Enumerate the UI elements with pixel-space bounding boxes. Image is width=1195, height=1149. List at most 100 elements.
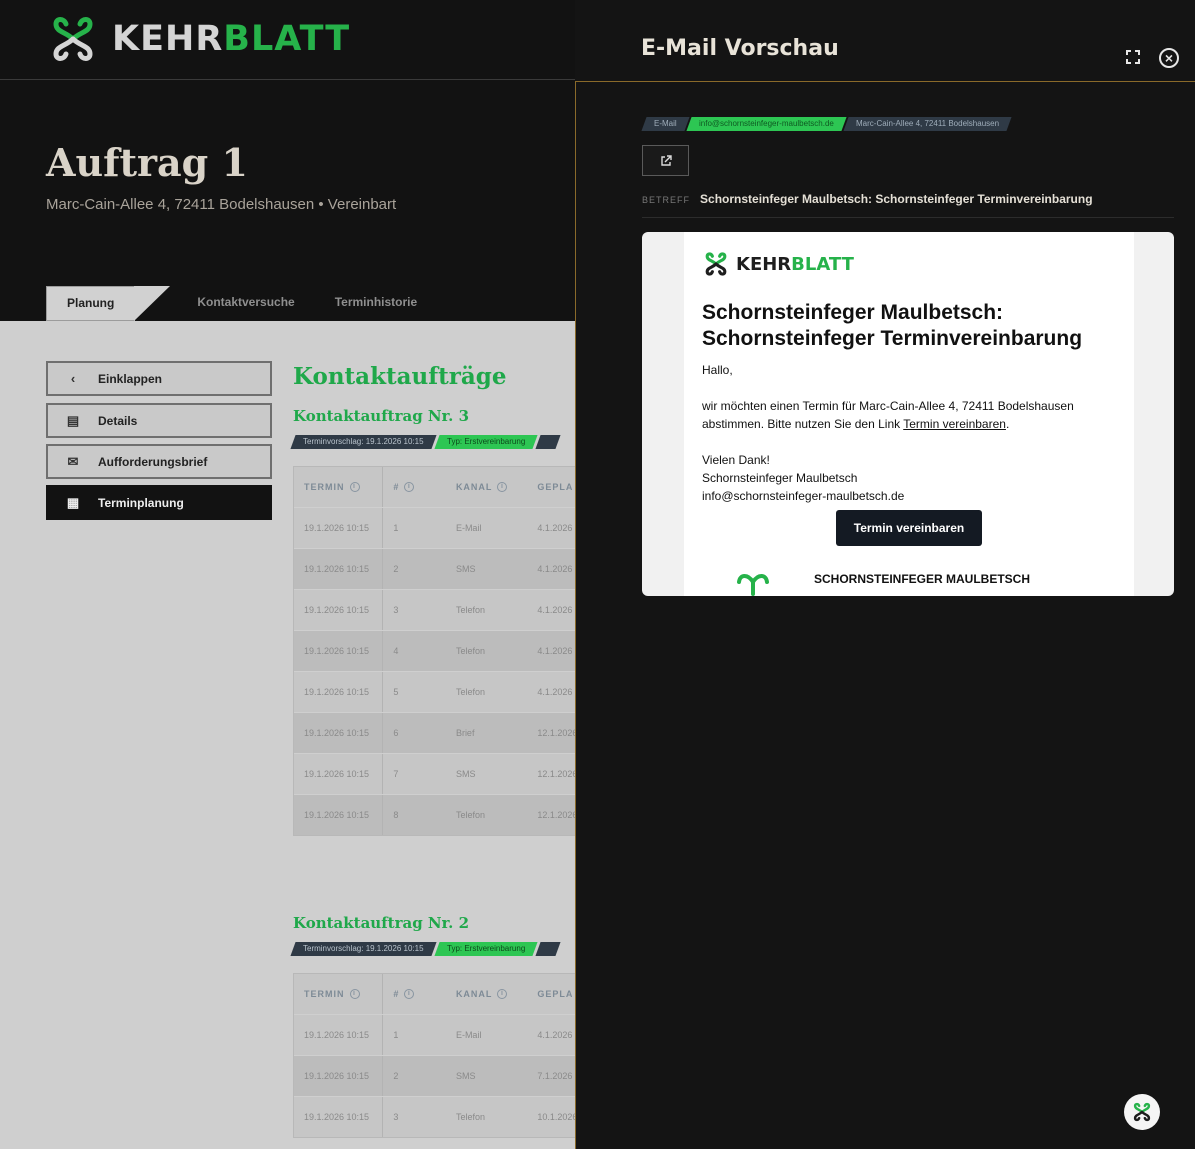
email-logo: KEHRBLATT [702, 250, 854, 278]
table-cell: 4.1.2026 [537, 605, 573, 615]
open-external-button[interactable] [642, 145, 689, 176]
col-number: # i [383, 974, 446, 1014]
extra-tag [535, 435, 561, 449]
order-subtitle: Marc-Cain-Allee 4, 72411 Bodelshausen • … [46, 196, 397, 213]
app-page: KEHRBLATT Auftrag 1 Marc-Cain-Allee 4, 7… [0, 0, 1195, 1149]
proposal-tag: Terminvorschlag: 19.1.2026 10:15 [290, 435, 437, 449]
order-header: Auftrag 1 Marc-Cain-Allee 4, 72411 Bodel… [0, 80, 575, 321]
tab-terminhistorie[interactable]: Terminhistorie [315, 286, 437, 321]
table-cell: 19.1.2026 10:15 [294, 713, 384, 753]
table-cell: SMS [455, 769, 476, 779]
contact-table: TERMIN i # i KANAL i GEPLA 19.1.2026 10:15 1… [293, 973, 575, 1138]
table-row[interactable]: 19.1.2026 10:15 3 Telefon 10.1.2026 [294, 1096, 575, 1137]
table-row[interactable]: 19.1.2026 10:15 4 Telefon 4.1.2026 [294, 630, 575, 671]
table-cell: 4.1.2026 [537, 523, 573, 533]
email-footer-company: SCHORNSTEINFEGER MAULBETSCH [814, 572, 1031, 586]
contact-order-title: Kontaktauftrag Nr. 2 [293, 914, 470, 932]
assistant-button[interactable] [1124, 1094, 1160, 1130]
table-row[interactable]: 19.1.2026 10:15 5 Telefon 4.1.2026 [294, 671, 575, 712]
recipient-tags: E-Mail info@schornsteinfeger-maulbetsch.… [641, 117, 1012, 131]
table-cell: 19.1.2026 10:15 [294, 1056, 384, 1096]
letter-button[interactable]: ✉ Aufforderungsbrief [46, 444, 272, 479]
table-row[interactable]: 19.1.2026 10:15 3 Telefon 4.1.2026 [294, 589, 575, 630]
details-button[interactable]: ▤ Details [46, 403, 272, 438]
table-cell: 19.1.2026 10:15 [294, 590, 384, 630]
email-thanks: Vielen Dank! [702, 453, 770, 467]
table-row[interactable]: 19.1.2026 10:15 1 E-Mail 4.1.2026 [294, 1014, 575, 1055]
table-cell: 19.1.2026 10:15 [294, 795, 384, 835]
table-cell: 4.1.2026 [537, 646, 573, 656]
main-content: ‹ Einklappen ▤ Details ✉ Aufforderungsbr… [0, 321, 575, 1149]
table-cell: 8 [393, 810, 399, 820]
table-cell: 4.1.2026 [537, 564, 573, 574]
table-cell: 19.1.2026 10:15 [294, 754, 384, 794]
contact-order-title: Kontaktauftrag Nr. 3 [293, 407, 470, 425]
info-icon[interactable]: i [349, 989, 360, 999]
table-header: TERMIN i # i KANAL i GEPLA [294, 467, 575, 507]
address-tag: Marc-Cain-Allee 4, 72411 Bodelshausen [842, 117, 1012, 131]
table-cell: 10.1.2026 [537, 1112, 575, 1122]
table-cell: Telefon [455, 646, 485, 656]
table-cell: 2 [393, 1071, 399, 1081]
table-row[interactable]: 19.1.2026 10:15 8 Telefon 12.1.2026 [294, 794, 575, 835]
table-cell: 2 [393, 564, 399, 574]
email-preview-frame[interactable]: KEHRBLATT Schornsteinfeger Maulbetsch: S… [642, 232, 1174, 596]
section-heading: Kontaktaufträge [293, 363, 507, 390]
collapse-button[interactable]: ‹ Einklappen [46, 361, 272, 396]
info-icon[interactable]: i [349, 482, 360, 492]
table-cell: 19.1.2026 10:15 [294, 631, 384, 671]
clover-logo-icon [53, 17, 93, 61]
table-cell: E-Mail [455, 523, 482, 533]
mail-icon: ✉ [67, 453, 79, 469]
table-cell: E-Mail [455, 1030, 482, 1040]
table-cell: SMS [455, 564, 476, 574]
info-icon[interactable]: i [404, 482, 415, 492]
scheduling-label: Terminplanung [98, 495, 184, 510]
table-header: TERMIN i # i KANAL i GEPLA [294, 974, 575, 1014]
close-icon[interactable]: × [1159, 48, 1179, 68]
table-body: 19.1.2026 10:15 1 E-Mail 4.1.2026 19.1.2026 … [294, 507, 575, 835]
details-label: Details [98, 413, 138, 428]
tab-planung[interactable]: Planung [46, 286, 171, 321]
table-cell: 5 [393, 687, 399, 697]
table-cell: Telefon [455, 605, 485, 615]
table-row[interactable]: 19.1.2026 10:15 1 E-Mail 4.1.2026 [294, 507, 575, 548]
type-tag: Typ: Erstvereinbarung [433, 435, 538, 449]
type-tag: Typ: Erstvereinbarung [433, 942, 538, 956]
table-cell: Telefon [455, 1112, 485, 1122]
table-cell: 3 [393, 1112, 399, 1122]
schedule-link[interactable]: Termin vereinbaren [903, 417, 1006, 431]
table-row[interactable]: 19.1.2026 10:15 7 SMS 12.1.2026 [294, 753, 575, 794]
table-row[interactable]: 19.1.2026 10:15 2 SMS 4.1.2026 [294, 548, 575, 589]
tab-kontaktversuche[interactable]: Kontaktversuche [177, 286, 314, 321]
scheduling-button[interactable]: ▦ Terminplanung [46, 485, 272, 520]
info-icon[interactable]: i [497, 482, 508, 492]
table-row[interactable]: 19.1.2026 10:15 6 Brief 12.1.2026 [294, 712, 575, 753]
email-logo-wordmark: KEHRBLATT [736, 253, 854, 275]
letter-label: Aufforderungsbrief [98, 454, 208, 469]
tab-bar: Planung Kontaktversuche Terminhistorie [46, 286, 437, 321]
table-cell: 19.1.2026 10:15 [294, 672, 384, 712]
table-cell: 4 [393, 646, 399, 656]
table-cell: 19.1.2026 10:15 [294, 508, 384, 548]
table-cell: 12.1.2026 [537, 769, 575, 779]
expand-icon[interactable] [1126, 50, 1140, 64]
proposal-tag: Terminvorschlag: 19.1.2026 10:15 [290, 942, 437, 956]
clipboard-icon: ▤ [66, 412, 80, 428]
email-paragraph: wir möchten einen Termin für Marc-Cain-A… [702, 399, 1074, 431]
kehrblatt-logo[interactable]: KEHRBLATT [46, 12, 350, 66]
contact-table: TERMIN i # i KANAL i GEPLA 19.1.2026 10:15 1… [293, 466, 575, 836]
chevron-left-icon: ‹ [70, 371, 76, 386]
sender-email-tag: info@schornsteinfeger-maulbetsch.de [686, 117, 847, 131]
table-cell: 1 [393, 523, 399, 533]
email-preview-drawer: E-Mail info@schornsteinfeger-maulbetsch.… [575, 82, 1195, 1149]
table-cell: 19.1.2026 10:15 [294, 549, 384, 589]
info-icon[interactable]: i [497, 989, 508, 999]
table-cell: Brief [455, 728, 475, 738]
table-row[interactable]: 19.1.2026 10:15 2 SMS 7.1.2026 [294, 1055, 575, 1096]
col-number: # i [383, 467, 446, 507]
schedule-button[interactable]: Termin vereinbaren [836, 510, 982, 546]
info-icon[interactable]: i [404, 989, 415, 999]
external-link-icon [660, 154, 672, 166]
table-cell: 19.1.2026 10:15 [294, 1015, 384, 1055]
